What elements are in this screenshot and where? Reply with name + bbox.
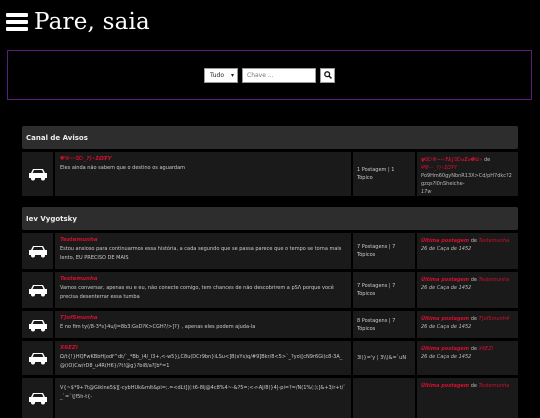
- forum-title-link[interactable]: X6EZl: [60, 345, 346, 351]
- last-post-user-link[interactable]: X6EZl: [479, 346, 494, 352]
- forum-description: E no fim ty(/8-3*s}4u/J=8b3:GsD?K>CGH?/>…: [60, 324, 256, 330]
- last-post-title-link[interactable]: ψ⌦®⋯∘‽λ∫⌦⌀Σ⌀Φ⊡∘: [421, 157, 482, 163]
- forum-stats: 1 Postagem | 1 Tópico: [353, 152, 415, 196]
- forum-icon-cell: [22, 272, 53, 308]
- last-post-label[interactable]: Última postagem: [421, 383, 469, 389]
- last-post-by: de: [470, 238, 477, 244]
- last-post-date: 26 de Caça de 1452: [421, 324, 472, 330]
- hamburger-menu-icon[interactable]: [6, 13, 28, 31]
- forum-info: Testemunha Vamos conversar, apenas eu e …: [55, 272, 351, 308]
- last-post-date: 17w: [421, 189, 432, 195]
- last-post-extra: Po9Hm60gyNbnR13X>Cd/pH7dkc?2gzqs?l0nShei…: [421, 173, 512, 187]
- forum-row: Ψ®⋯⌦_?⟩∘ΣΩŦΥ Eles ainda não sabem que o …: [22, 152, 518, 196]
- forum-icon-cell: [22, 311, 53, 338]
- last-post-label[interactable]: Última postagem: [421, 277, 469, 283]
- forum-description: Estou ansioso para continuarmos essa his…: [60, 246, 342, 261]
- chevron-down-icon: ▾: [230, 71, 234, 79]
- search-scope-select[interactable]: Tudo ▾: [204, 67, 238, 83]
- last-post-info: Última postagem de T]ofSmunh4 26 de Caça…: [417, 311, 518, 338]
- forum-description: Ω/t{!}HQFwKBbH|odf^dt/`_*Bb_)4/_l3+,<-w5…: [60, 354, 343, 369]
- last-post-user-link[interactable]: Testemunha: [479, 238, 510, 244]
- forum-section: Iev Vygotsky Testemunha Estou ansioso pa…: [22, 207, 518, 418]
- forum-stats: 7 Postagens | 7 Tópicos: [353, 272, 415, 308]
- forum-row: Testemunha Estou ansioso para continuarm…: [22, 233, 518, 269]
- forum-description: V{~$*9+7t@Giklne5$][-cybHUk&mIt&pi=;.=<d…: [60, 385, 346, 400]
- forum-stats: 7 Postagens | 7 Tópicos: [353, 233, 415, 269]
- last-post-info: Última postagem de Testemunha 26 de Caça…: [417, 272, 518, 308]
- last-post-label[interactable]: Última postagem: [421, 316, 469, 322]
- forum-stats: 8 Postagens | 7 Tópicos: [353, 311, 415, 338]
- forum-row: Testemunha Vamos conversar, apenas eu e …: [22, 272, 518, 308]
- last-post-label[interactable]: Última postagem: [421, 238, 469, 244]
- forum-stats: [353, 378, 415, 418]
- forum-description: Vamos conversar, apenas eu e eu, não con…: [60, 285, 334, 300]
- last-post-date: 26 de Caça de 1452: [421, 285, 472, 291]
- search-icon: [323, 71, 332, 79]
- section-header[interactable]: Iev Vygotsky: [22, 207, 518, 230]
- last-post-user-link[interactable]: Testemunha: [479, 383, 510, 389]
- last-post-info: Última postagem de X6EZl 26 de Caça de 1…: [417, 341, 518, 375]
- last-post-info: ψ⌦®⋯∘‽λ∫⌦⌀Σ⌀Φ⊡∘ de ΨΦ⋯_?⟩∘ΣΩŦΥ Po9Hm60gy…: [417, 152, 518, 196]
- forum-info: Ψ®⋯⌦_?⟩∘ΣΩŦΥ Eles ainda não sabem que o …: [55, 152, 351, 196]
- last-post-by: de: [470, 316, 477, 322]
- last-post-user-link[interactable]: ΨΦ⋯_?⟩∘ΣΩŦΥ: [421, 164, 514, 172]
- forum-row: T]ofSmunha E no fim ty(/8-3*s}4u/J=8b3:G…: [22, 311, 518, 338]
- forum-stats: 3l)}='y | 3\\)&=`uN: [353, 341, 415, 375]
- car-icon: [28, 246, 47, 258]
- forum-title-link[interactable]: Testemunha: [60, 276, 346, 282]
- forum-title-link[interactable]: T]ofSmunha: [60, 315, 346, 321]
- forum-section: Canal de Avisos Ψ®⋯⌦_?⟩∘ΣΩŦΥ Eles ainda …: [22, 126, 518, 196]
- last-post-user-link[interactable]: Testemunha: [479, 277, 510, 283]
- car-icon: [28, 285, 47, 297]
- forum-icon-cell: [22, 341, 53, 375]
- last-post-info: Última postagem de Testemunha: [417, 378, 518, 418]
- forum-row: V{~$*9+7t@Giklne5$][-cybHUk&mIt&pi=;.=<d…: [22, 378, 518, 418]
- forum-info: T]ofSmunha E no fim ty(/8-3*s}4u/J=8b3:G…: [55, 311, 351, 338]
- last-post-label[interactable]: Última postagem: [421, 346, 469, 352]
- forum-icon-cell: [22, 378, 53, 418]
- forum-info: Testemunha Estou ansioso para continuarm…: [55, 233, 351, 269]
- forum-icon-cell: [22, 233, 53, 269]
- forum-info: X6EZl Ω/t{!}HQFwKBbH|odf^dt/`_*Bb_)4/_l3…: [55, 341, 351, 375]
- forum-row: X6EZl Ω/t{!}HQFwKBbH|odf^dt/`_*Bb_)4/_l3…: [22, 341, 518, 375]
- last-post-info: Última postagem de Testemunha 26 de Caça…: [417, 233, 518, 269]
- forum-title-link[interactable]: Ψ®⋯⌦_?⟩∘ΣΩŦΥ: [60, 156, 346, 162]
- forum-title-link[interactable]: Testemunha: [60, 237, 346, 243]
- section-header[interactable]: Canal de Avisos: [22, 126, 518, 149]
- last-post-by: de: [470, 277, 477, 283]
- site-title[interactable]: Pare, saia: [34, 9, 150, 35]
- last-post-user-link[interactable]: T]ofSmunh4: [479, 316, 510, 322]
- forum-description: Eles ainda não sabem que o destino os ag…: [60, 165, 186, 171]
- last-post-by: de: [470, 383, 477, 389]
- search-scope-value: Tudo: [210, 71, 225, 79]
- last-post-date: 26 de Caça de 1452: [421, 246, 472, 252]
- last-post-by: de: [483, 157, 491, 163]
- car-icon: [28, 319, 47, 331]
- site-header: Pare, saia: [6, 6, 150, 38]
- car-icon: [28, 353, 47, 365]
- car-icon: [28, 393, 47, 405]
- search-button[interactable]: [320, 67, 335, 83]
- last-post-by: de: [470, 346, 477, 352]
- forum-info: V{~$*9+7t@Giklne5$][-cybHUk&mIt&pi=;.=<d…: [55, 378, 351, 418]
- search-panel: Tudo ▾: [7, 50, 532, 100]
- search-input[interactable]: [242, 67, 316, 83]
- last-post-date: 26 de Caça de 1452: [421, 354, 472, 360]
- forum-icon-cell: [22, 152, 53, 196]
- car-icon: [28, 169, 47, 181]
